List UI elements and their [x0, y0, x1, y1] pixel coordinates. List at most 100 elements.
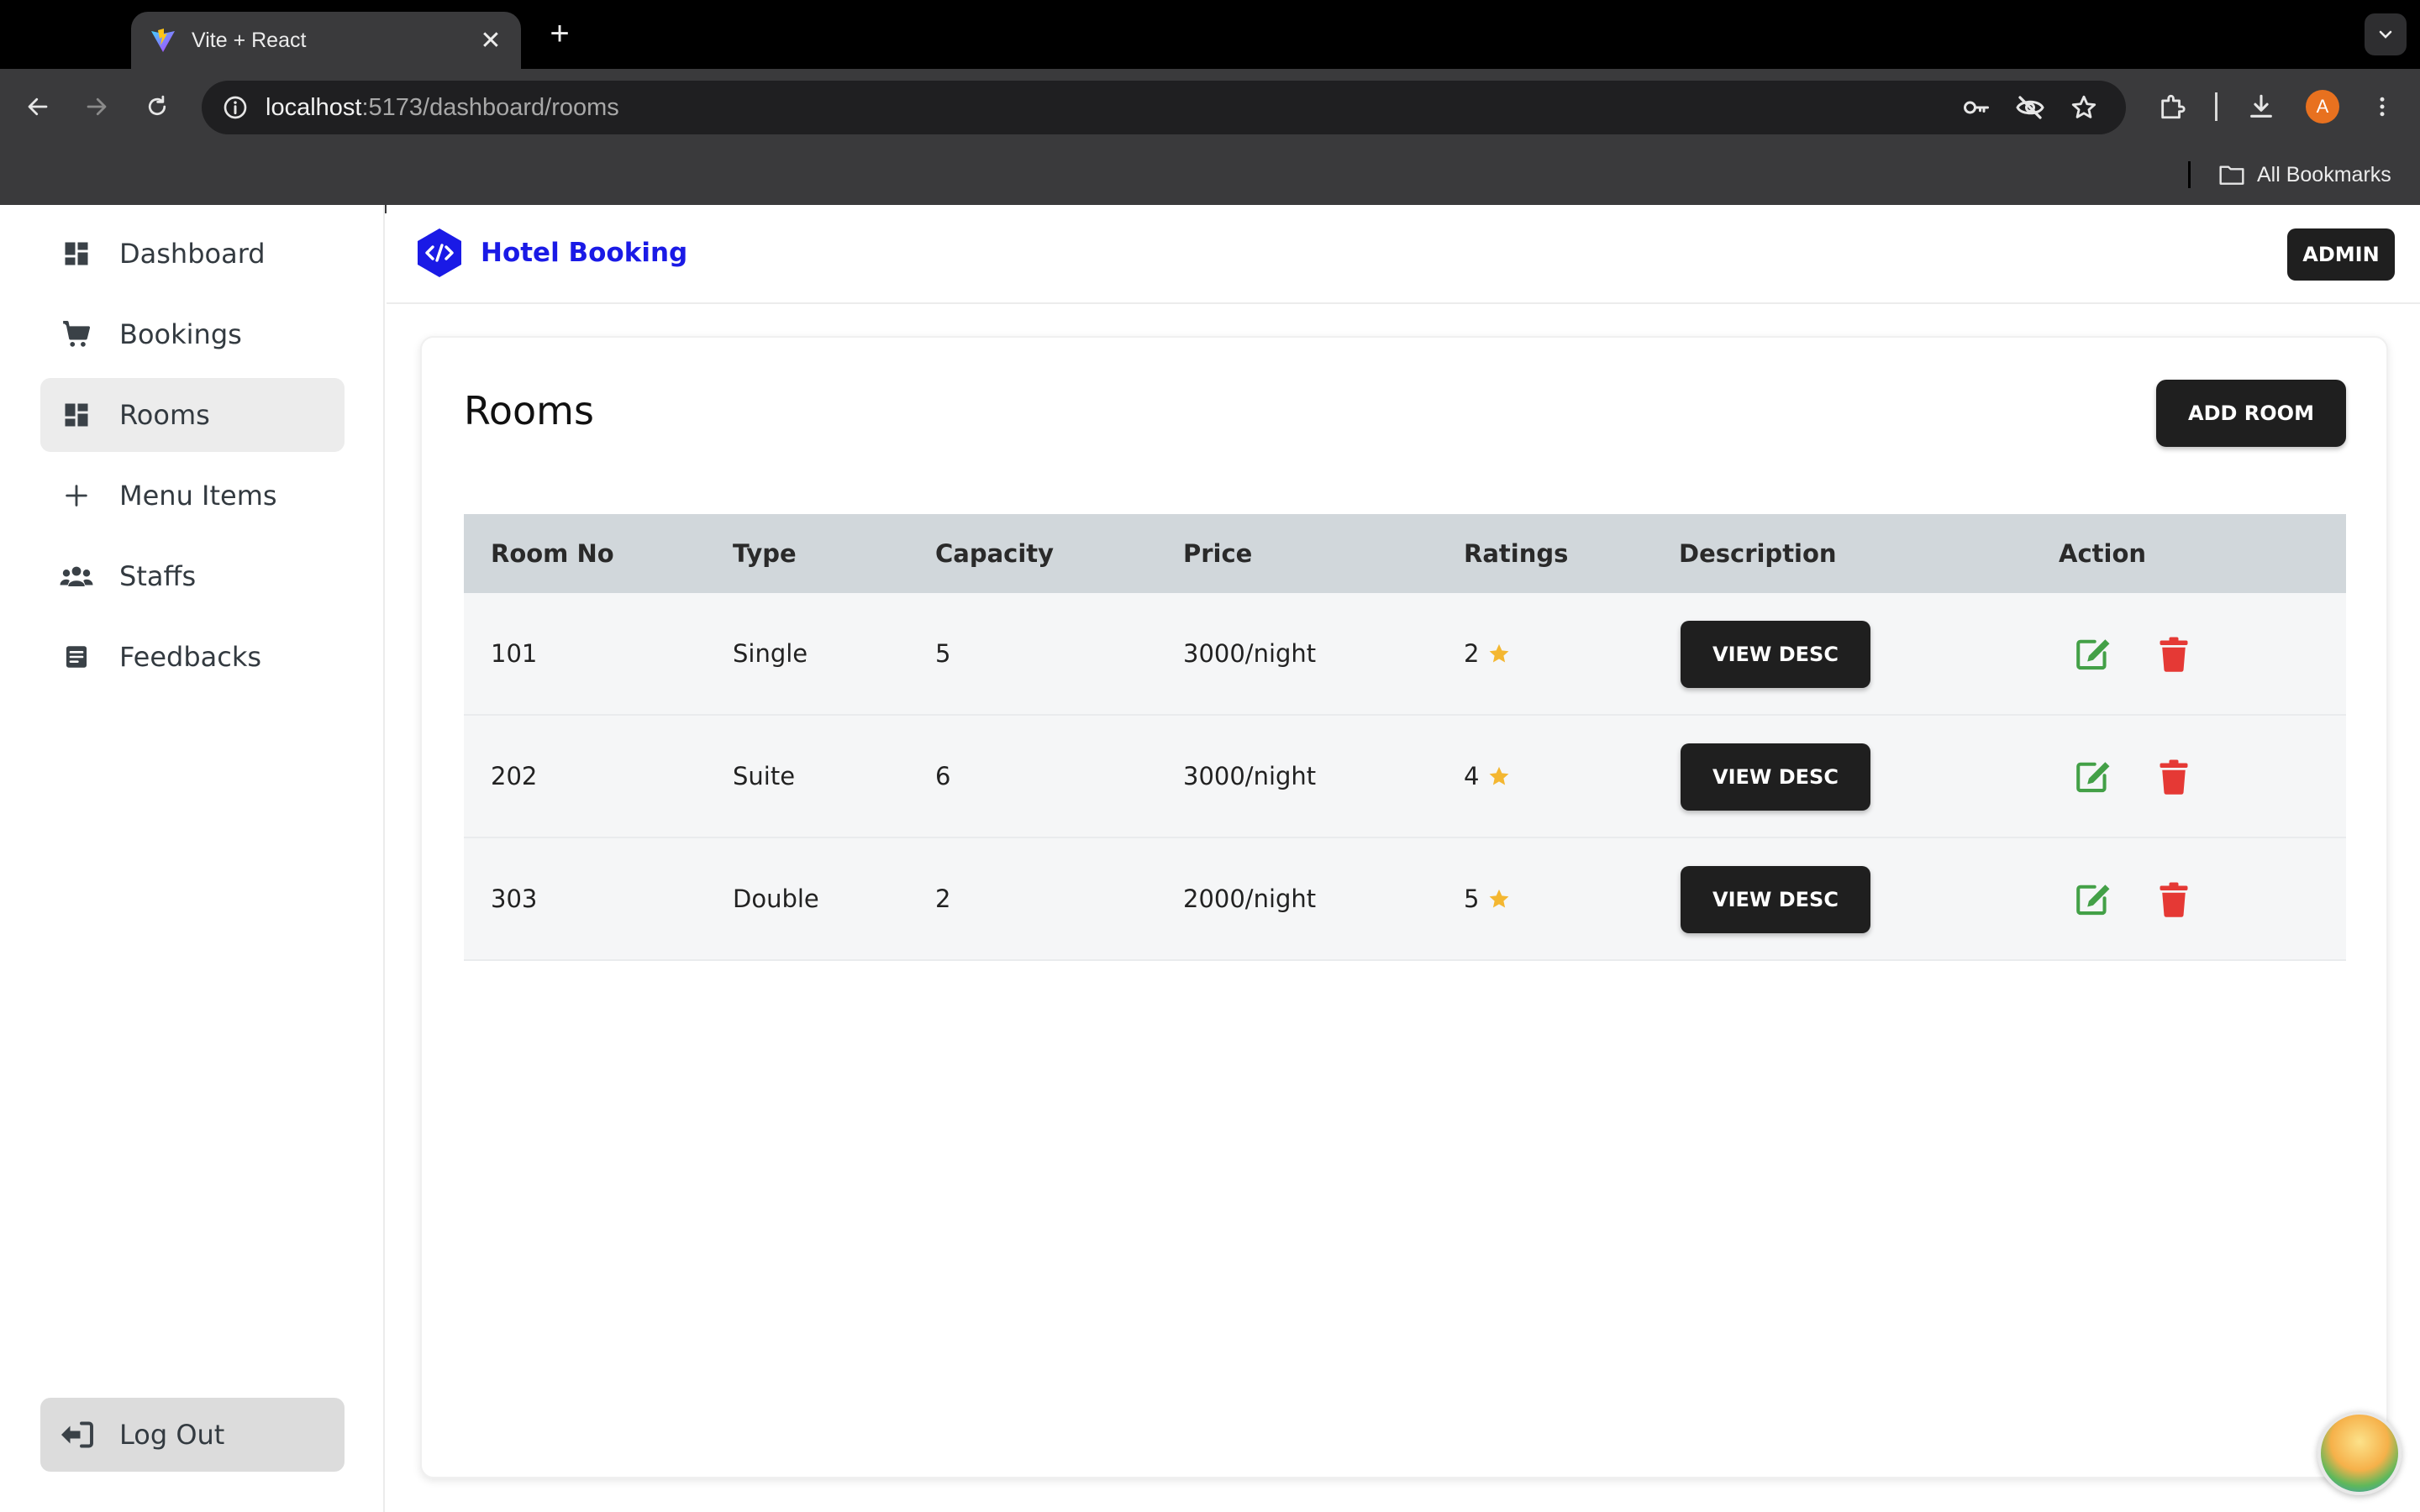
- dashboard-icon: [59, 397, 94, 433]
- reload-button[interactable]: [136, 86, 178, 128]
- browser-tab-active[interactable]: Vite + React ✕: [131, 12, 521, 69]
- logout-label: Log Out: [119, 1419, 225, 1451]
- sidebar-item-menu-items[interactable]: Menu Items: [40, 459, 345, 533]
- table-row: 202 Suite 6 3000/night 4 VIEW DESC: [464, 716, 2346, 838]
- sidebar-item-dashboard[interactable]: Dashboard: [40, 217, 345, 291]
- rooms-card: Rooms ADD ROOM Room No Type Capacity Pri…: [420, 336, 2388, 1478]
- sidebar-item-feedbacks[interactable]: Feedbacks: [40, 620, 345, 694]
- edit-icon[interactable]: [2072, 879, 2114, 921]
- delete-trash-icon[interactable]: [2153, 879, 2195, 921]
- site-info-icon[interactable]: [217, 89, 254, 126]
- sidebar-item-rooms[interactable]: Rooms: [40, 378, 345, 452]
- sidebar-item-label: Feedbacks: [119, 641, 262, 673]
- rooms-table: Room No Type Capacity Price Ratings Desc…: [464, 514, 2346, 961]
- column-header: Description: [1679, 539, 1837, 568]
- beach-widget-icon[interactable]: [2317, 1411, 2402, 1495]
- extensions-puzzle-icon[interactable]: [2151, 86, 2193, 128]
- cart-icon: [59, 317, 94, 352]
- table-row: 101 Single 5 3000/night 2 VIEW DESC: [464, 593, 2346, 716]
- room-type-cell: Suite: [733, 762, 796, 790]
- column-header: Price: [1183, 539, 1253, 568]
- column-header: Type: [733, 539, 797, 568]
- code-hexagon-logo-icon: [418, 228, 461, 277]
- star-icon: [1487, 642, 1511, 665]
- all-bookmarks[interactable]: All Bookmarks: [2218, 160, 2391, 190]
- rating-cell: 4: [1464, 762, 1511, 790]
- reload-icon: [148, 95, 166, 116]
- view-desc-button[interactable]: VIEW DESC: [1681, 866, 1870, 933]
- arrow-right-icon: [87, 97, 107, 116]
- column-header: Ratings: [1464, 539, 1569, 568]
- brand-logo-link[interactable]: Hotel Booking: [415, 227, 687, 279]
- table-header: Room No Type Capacity Price Ratings Desc…: [464, 514, 2346, 593]
- sidebar-item-bookings[interactable]: Bookings: [40, 297, 345, 371]
- arrow-left-icon: [28, 97, 48, 116]
- add-room-button[interactable]: ADD ROOM: [2156, 380, 2346, 447]
- chevron-down-icon: [2379, 30, 2392, 39]
- toolbar-divider: [2215, 92, 2217, 121]
- column-header: Room No: [491, 539, 614, 568]
- sidebar-item-staffs[interactable]: Staffs: [40, 539, 345, 613]
- column-header: Capacity: [935, 539, 1055, 568]
- new-tab-button[interactable]: +: [541, 15, 578, 52]
- logout-button[interactable]: Log Out: [40, 1398, 345, 1472]
- view-desc-button[interactable]: VIEW DESC: [1681, 743, 1870, 811]
- key-icon[interactable]: [1958, 89, 1995, 126]
- rating-cell: 5: [1464, 885, 1511, 913]
- sidebar: Dashboard Bookings Rooms Menu Items Staf…: [0, 205, 385, 1512]
- sidebar-item-label: Staffs: [119, 560, 197, 592]
- plus-icon: [59, 478, 94, 513]
- tab-title: Vite + React: [192, 28, 307, 52]
- eye-off-icon[interactable]: [2012, 89, 2049, 126]
- profile-avatar[interactable]: A: [2306, 90, 2339, 123]
- table-row: 303 Double 2 2000/night 5 VIEW DESC: [464, 838, 2346, 961]
- sidebar-item-label: Menu Items: [119, 480, 277, 512]
- folder-icon: [2219, 165, 2244, 185]
- page-title: Rooms: [464, 388, 594, 433]
- tab-search-button[interactable]: [2365, 13, 2407, 55]
- app-header: Hotel Booking ADMIN: [387, 205, 2420, 304]
- delete-trash-icon[interactable]: [2153, 633, 2195, 675]
- price-cell: 2000/night: [1183, 885, 1317, 913]
- star-bookmark-icon[interactable]: [2065, 89, 2102, 126]
- bookmarks-divider: [2188, 161, 2191, 188]
- dashboard-icon: [59, 236, 94, 271]
- people-icon: [59, 559, 94, 594]
- forward-button[interactable]: [76, 86, 118, 128]
- bookmarks-label: All Bookmarks: [2257, 162, 2391, 186]
- admin-button[interactable]: ADMIN: [2287, 228, 2395, 281]
- sidebar-item-label: Dashboard: [119, 238, 266, 270]
- address-bar[interactable]: localhost:5173/dashboard/rooms: [202, 81, 2126, 134]
- room-no-cell: 303: [491, 885, 538, 913]
- star-icon: [1487, 764, 1511, 788]
- star-icon: [1487, 887, 1511, 911]
- capacity-cell: 6: [935, 762, 951, 790]
- vite-favicon-icon: [150, 27, 176, 54]
- room-type-cell: Single: [733, 639, 808, 668]
- column-header: Action: [2059, 539, 2147, 568]
- rating-value: 5: [1464, 885, 1480, 913]
- edit-icon[interactable]: [2072, 756, 2114, 798]
- logout-icon: [59, 1417, 94, 1452]
- price-cell: 3000/night: [1183, 639, 1317, 668]
- delete-trash-icon[interactable]: [2153, 756, 2195, 798]
- more-menu-icon[interactable]: [2361, 86, 2403, 128]
- capacity-cell: 5: [935, 639, 951, 668]
- tab-close-icon[interactable]: ✕: [477, 26, 504, 55]
- sidebar-item-label: Rooms: [119, 399, 210, 431]
- room-no-cell: 202: [491, 762, 538, 790]
- room-no-cell: 101: [491, 639, 538, 668]
- back-button[interactable]: [17, 86, 59, 128]
- rating-cell: 2: [1464, 639, 1511, 668]
- download-icon[interactable]: [2240, 86, 2282, 128]
- url-host: localhost: [266, 93, 362, 121]
- rating-value: 2: [1464, 639, 1480, 668]
- url-path: :5173/dashboard/rooms: [361, 93, 619, 121]
- sidebar-item-label: Bookings: [119, 318, 242, 350]
- edit-icon[interactable]: [2072, 633, 2114, 675]
- brand-name: Hotel Booking: [481, 238, 688, 268]
- room-type-cell: Double: [733, 885, 819, 913]
- view-desc-button[interactable]: VIEW DESC: [1681, 621, 1870, 688]
- price-cell: 3000/night: [1183, 762, 1317, 790]
- rating-value: 4: [1464, 762, 1480, 790]
